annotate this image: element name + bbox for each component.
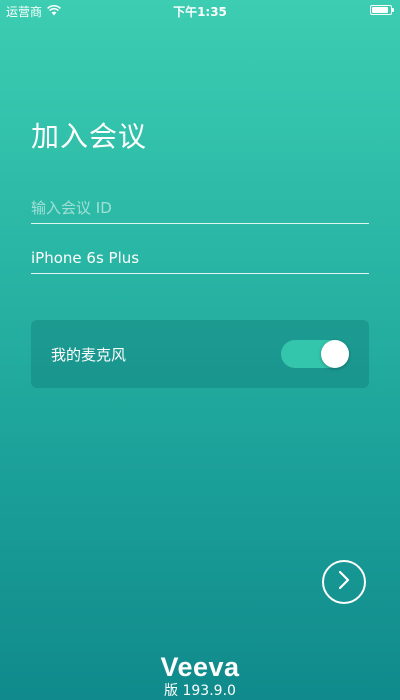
status-bar: 运营商 下午1:35 [0,0,400,22]
meeting-id-field [31,198,369,224]
battery-level [372,7,388,13]
next-button[interactable] [322,560,366,604]
mic-toggle[interactable] [281,340,349,368]
page-title: 加入会议 [31,120,148,153]
battery-icon [370,5,394,15]
meeting-id-input[interactable] [31,199,369,223]
brand-logo: Veeva [160,652,240,682]
device-name-field [31,248,369,274]
status-time: 下午1:35 [173,5,227,19]
device-name-input[interactable] [31,249,369,273]
chevron-right-icon [337,570,351,594]
join-meeting-screen: 运营商 下午1:35 加入会议 我的麦克风 [0,0,400,700]
status-right [370,5,394,15]
toggle-knob [321,340,349,368]
mic-setting-label: 我的麦克风 [51,346,127,364]
mic-setting-card: 我的麦克风 [31,320,369,388]
footer: Veeva 版 193.9.0 [0,652,400,700]
version-label: 版 193.9.0 [164,683,236,699]
